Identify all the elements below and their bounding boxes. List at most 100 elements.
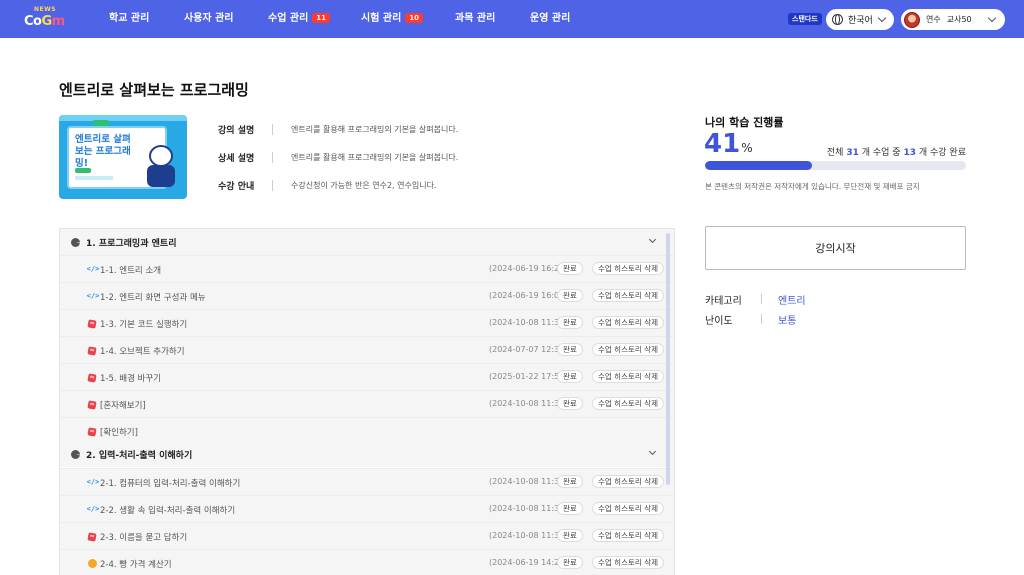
lesson-row[interactable]: 1-3. 기본 코드 실행하기 (2024-10-08 11:32) 완료 수업 히스… [60, 309, 674, 336]
lesson-title[interactable]: 2-3. 이름을 묻고 답하기 [100, 531, 187, 543]
chapter-header[interactable]: 1. 프로그래밍과 엔트리 [60, 229, 674, 255]
delete-history-button[interactable]: 수업 히스토리 삭제 [592, 502, 664, 515]
lesson-row[interactable]: </> 2-2. 생활 속 입력-처리-출력 이해하기 (2024-10-08 11… [60, 495, 674, 522]
lesson-date: (2024-06-19 14:28) [489, 558, 568, 567]
delete-history-button[interactable]: 수업 히스토리 삭제 [592, 343, 664, 356]
lesson-title[interactable]: 2-2. 생활 속 입력-처리-출력 이해하기 [100, 504, 235, 516]
user-name: 연수 [926, 15, 941, 24]
lesson-title[interactable]: [혼자해보기] [100, 399, 146, 411]
lesson-row[interactable]: 1-5. 배경 바꾸기 (2025-01-22 17:58) 완료 수업 히스토리 삭… [60, 363, 674, 390]
lesson-title[interactable]: [확인하기] [100, 426, 138, 438]
progress-bar-fill [705, 161, 812, 170]
info-value: 엔트리를 활용해 프로그래밍의 기본을 살펴봅니다. [291, 152, 459, 162]
block-icon [87, 532, 97, 542]
info-row-enrollment: 수강 안내 수강신청이 가능한 반은 연수2, 연수입니다. [210, 178, 436, 192]
page-title: 엔트리로 살펴보는 프로그래밍 [59, 81, 249, 99]
count-middle: 개 수업 중 [861, 148, 901, 158]
meta-key: 난이도 [705, 315, 733, 327]
lesson-date: (2024-10-08 11:32) [489, 477, 568, 486]
lesson-row[interactable]: </> 1-1. 엔트리 소개 (2024-06-19 16:20) 완료 수업 히스토… [60, 255, 674, 282]
lesson-date: (2024-06-19 16:01) [489, 291, 568, 300]
delete-history-button[interactable]: 수업 히스토리 삭제 [592, 556, 664, 569]
lesson-title[interactable]: 1-4. 오브젝트 추가하기 [100, 345, 185, 357]
block-icon [87, 427, 97, 437]
cogym-logo[interactable]: NEWS CoGm [24, 6, 70, 32]
lesson-date: (2024-10-08 11:32) [489, 504, 568, 513]
divider [761, 314, 762, 324]
difficulty-row: 난이도 보통 [705, 312, 796, 327]
progress-percent-unit: % [741, 141, 753, 155]
complete-badge: 완료 [557, 556, 583, 569]
user-role: 교사50 [946, 15, 972, 24]
lesson-row[interactable]: 2-4. 빵 가격 계산기 (2024-06-19 14:28) 완료 수업 히스토리… [60, 549, 674, 575]
complete-badge: 완료 [557, 370, 583, 383]
complete-badge: 완료 [557, 316, 583, 329]
divider [272, 179, 273, 191]
complete-badge: 완료 [557, 289, 583, 302]
lesson-title[interactable]: 1-5. 배경 바꾸기 [100, 372, 161, 384]
thumbnail-strip [59, 115, 187, 121]
top-navigation-bar: NEWS CoGm 학교 관리 사용자 관리 수업 관리 11 시험 관리 10 과… [0, 0, 1024, 38]
plan-badge: 스탠다드 [788, 13, 822, 25]
nav-school-management[interactable]: 학교 관리 [109, 0, 149, 38]
chapter-header[interactable]: 2. 입력-처리-출력 이해하기 [60, 441, 674, 467]
complete-badge: 완료 [557, 262, 583, 275]
scrollbar[interactable] [666, 233, 670, 485]
category-value[interactable]: 엔트리 [778, 292, 806, 307]
lesson-title[interactable]: 1-2. 엔트리 화면 구성과 메뉴 [100, 291, 206, 303]
delete-history-button[interactable]: 수업 히스토리 삭제 [592, 397, 664, 410]
lesson-list: 1. 프로그래밍과 엔트리 </> 1-1. 엔트리 소개 (2024-06-19 … [59, 228, 675, 575]
chevron-down-icon [877, 13, 887, 23]
category-row: 카테고리 엔트리 [705, 292, 806, 307]
block-icon [87, 373, 97, 383]
complete-badge: 완료 [557, 502, 583, 515]
info-label: 수강 안내 [218, 181, 255, 192]
lesson-title[interactable]: 2-4. 빵 가격 계산기 [100, 558, 172, 570]
lesson-title[interactable]: 1-1. 엔트리 소개 [100, 264, 161, 276]
delete-history-button[interactable]: 수업 히스토리 삭제 [592, 316, 664, 329]
delete-history-button[interactable]: 수업 히스토리 삭제 [592, 262, 664, 275]
delete-history-button[interactable]: 수업 히스토리 삭제 [592, 370, 664, 383]
info-label: 상세 설명 [218, 153, 255, 164]
chapter-title: 2. 입력-처리-출력 이해하기 [86, 450, 193, 461]
logo-part-2: G [41, 14, 52, 29]
delete-history-button[interactable]: 수업 히스토리 삭제 [592, 289, 664, 302]
info-value: 엔트리를 활용해 프로그래밍의 기본을 살펴봅니다. [291, 124, 459, 134]
nav-label: 사용자 관리 [184, 13, 234, 24]
nav-subject-management[interactable]: 과목 관리 [455, 0, 495, 38]
lesson-row[interactable]: [확인하기] [60, 417, 674, 444]
chevron-down-icon[interactable] [648, 235, 657, 244]
lesson-date: (2024-07-07 12:35) [489, 345, 568, 354]
nav-operation-management[interactable]: 운영 관리 [530, 0, 570, 38]
logo-part-3: m [51, 14, 66, 29]
nav-class-management[interactable]: 수업 관리 11 [268, 0, 331, 38]
nav-exam-management[interactable]: 시험 관리 10 [361, 0, 424, 38]
chapter-title: 1. 프로그래밍과 엔트리 [86, 238, 177, 249]
lesson-row[interactable]: </> 1-2. 엔트리 화면 구성과 메뉴 (2024-06-19 16:01) 완… [60, 282, 674, 309]
nav-user-management[interactable]: 사용자 관리 [184, 0, 233, 38]
lesson-row[interactable]: </> 2-1. 컴퓨터의 입력-처리-출력 이해하기 (2024-10-08 11… [60, 468, 674, 495]
chevron-down-icon[interactable] [648, 447, 657, 456]
progress-percent: 41% [704, 129, 753, 159]
divider [272, 151, 273, 163]
delete-history-button[interactable]: 수업 히스토리 삭제 [592, 529, 664, 542]
lesson-row[interactable]: 1-4. 오브젝트 추가하기 (2024-07-07 12:35) 완료 수업 히스토… [60, 336, 674, 363]
copyright-notice: 본 콘텐츠의 저작권은 저작자에게 있습니다. 무단전재 및 재배포 금지 [705, 182, 920, 191]
language-selector[interactable]: 한국어 [826, 9, 894, 30]
progress-title: 나의 학습 진행률 [705, 116, 784, 129]
meta-key: 카테고리 [705, 295, 742, 307]
thumbnail-title: 엔트리로 살펴보는 프로그래밍! [75, 134, 131, 169]
complete-badge: 완료 [557, 343, 583, 356]
progress-count: 전체 31 개 수업 중 13 개 수강 완료 [827, 145, 966, 158]
lesson-row[interactable]: [혼자해보기] (2024-10-08 11:34) 완료 수업 히스토리 삭제 [60, 390, 674, 417]
lesson-date: (2024-10-08 11:32) [489, 318, 568, 327]
user-menu[interactable]: 연수 교사50 [901, 9, 1005, 30]
start-lecture-button[interactable]: 강의시작 [705, 226, 966, 270]
lesson-title[interactable]: 1-3. 기본 코드 실행하기 [100, 318, 187, 330]
block-icon [87, 400, 97, 410]
lesson-row[interactable]: 2-3. 이름을 묻고 답하기 (2024-10-08 11:32) 완료 수업 히스… [60, 522, 674, 549]
lesson-title[interactable]: 2-1. 컴퓨터의 입력-처리-출력 이해하기 [100, 477, 240, 489]
logo-news-text: NEWS [34, 6, 57, 13]
exam-count-badge: 10 [405, 13, 424, 23]
delete-history-button[interactable]: 수업 히스토리 삭제 [592, 475, 664, 488]
